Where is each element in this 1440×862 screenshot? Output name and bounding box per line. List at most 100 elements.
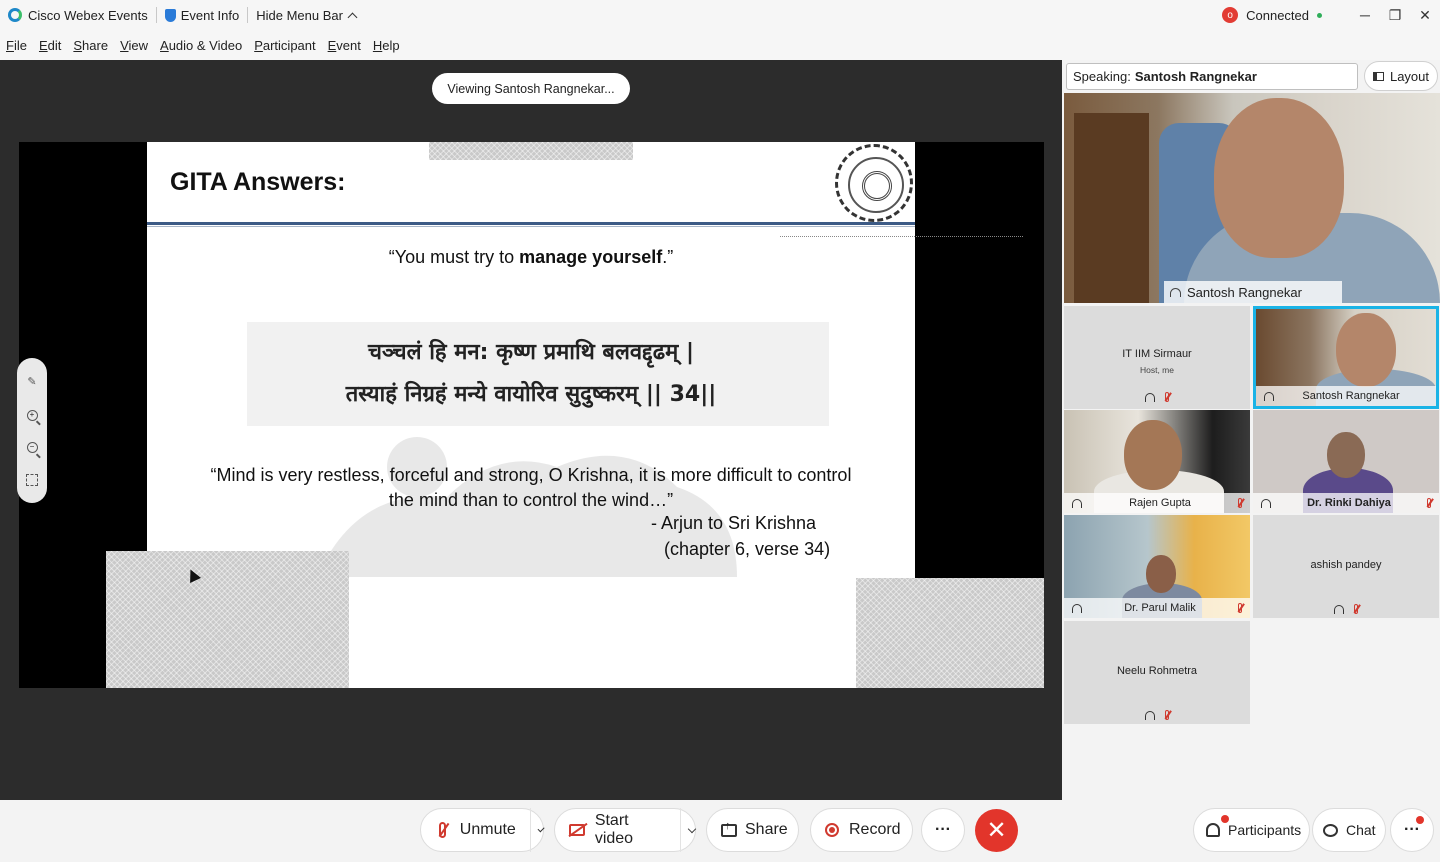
participants-button[interactable]: Participants xyxy=(1193,808,1310,852)
muted-mic-icon xyxy=(1238,603,1242,613)
more-options-button[interactable]: ··· xyxy=(921,808,965,852)
menu-file-accel: F xyxy=(6,37,14,53)
participant-head xyxy=(1146,555,1176,593)
video-off-icon xyxy=(569,824,585,836)
muted-mic-icon xyxy=(1354,604,1358,614)
muted-mic-icon xyxy=(1165,392,1169,402)
record-icon xyxy=(825,823,839,837)
chat-button[interactable]: Chat xyxy=(1312,808,1386,852)
notification-dot-icon xyxy=(1416,816,1424,824)
speaking-label: Speaking: xyxy=(1073,69,1131,84)
connection-label: Connected xyxy=(1246,7,1309,23)
start-video-button[interactable]: Start video xyxy=(554,808,697,852)
menu-event-label: vent xyxy=(336,37,361,53)
quote-bold: manage yourself xyxy=(519,247,663,267)
institute-seal-icon xyxy=(835,144,913,222)
menu-participant-label: articipant xyxy=(262,37,316,53)
unmute-label: Unmute xyxy=(459,821,516,838)
menu-share[interactable]: Share xyxy=(73,38,108,53)
participant-tile[interactable]: ashish pandey xyxy=(1253,515,1439,618)
layout-button[interactable]: Layout xyxy=(1364,61,1438,91)
tile-status-icons xyxy=(1064,710,1250,720)
muted-mic-icon xyxy=(1165,710,1169,720)
occluded-region xyxy=(856,578,1044,688)
participant-role: Host, me xyxy=(1139,365,1174,375)
participant-tile[interactable]: Neelu Rohmetra xyxy=(1064,621,1250,724)
menu-event[interactable]: Event xyxy=(328,38,361,53)
hide-menu-bar-button[interactable]: Hide Menu Bar xyxy=(248,0,364,30)
webex-logo-icon xyxy=(8,8,22,22)
divider xyxy=(680,808,682,852)
shared-screen[interactable]: GITA Answers: “You must try to manage yo… xyxy=(19,142,1044,688)
unmute-button[interactable]: Unmute xyxy=(420,808,545,852)
record-label: Record xyxy=(849,821,901,838)
active-speaker-video[interactable]: Santosh Rangnekar xyxy=(1064,93,1440,303)
participant-head xyxy=(1124,420,1182,490)
chevron-down-icon[interactable] xyxy=(537,824,545,833)
quote-post: .” xyxy=(662,247,674,267)
viewing-label: Viewing Santosh Rangnekar... xyxy=(447,81,615,96)
zoom-in-icon[interactable]: + xyxy=(26,409,38,421)
slide-translation: “Mind is very restless, forceful and str… xyxy=(147,463,915,513)
menu-edit[interactable]: Edit xyxy=(39,38,61,53)
slide-overflow xyxy=(349,660,857,688)
menu-participant-accel: P xyxy=(254,37,263,53)
leave-meeting-button[interactable]: ✕ xyxy=(975,809,1018,852)
menu-help[interactable]: Help xyxy=(373,38,400,53)
restore-button[interactable]: ❐ xyxy=(1380,0,1410,30)
occluded-region xyxy=(429,142,633,160)
tile-status-icons xyxy=(1253,604,1439,614)
headset-icon xyxy=(1261,498,1271,508)
app-name: Cisco Webex Events xyxy=(28,7,148,23)
participant-tile[interactable]: Rajen Gupta xyxy=(1064,410,1250,513)
record-button[interactable]: Record xyxy=(810,808,913,852)
headset-icon xyxy=(1264,391,1274,401)
participants-video-panel: Speaking: Santosh Rangnekar Layout Santo… xyxy=(1062,60,1440,800)
participant-tile-active[interactable]: Santosh Rangnekar xyxy=(1253,306,1439,409)
zoom-out-icon[interactable]: − xyxy=(26,442,38,454)
participant-name: IT IIM Sirmaur xyxy=(1122,348,1192,360)
viewing-indicator[interactable]: Viewing Santosh Rangnekar... xyxy=(432,73,630,104)
menu-participant[interactable]: Participant xyxy=(254,38,315,53)
participant-name-bar: Dr. Parul Malik xyxy=(1064,598,1250,618)
muted-mic-icon xyxy=(1238,498,1242,508)
participant-tile[interactable]: Dr. Parul Malik xyxy=(1064,515,1250,618)
panel-more-button[interactable]: ··· xyxy=(1390,808,1434,852)
leave-icon: ✕ xyxy=(986,817,1007,844)
menu-event-accel: E xyxy=(327,37,337,53)
annotate-pen-icon[interactable]: ✎ xyxy=(25,375,39,389)
menu-bar: File Edit Share View Audio & Video Parti… xyxy=(0,30,1440,60)
chat-label: Chat xyxy=(1346,822,1376,838)
hide-menu-label: Hide Menu Bar xyxy=(256,7,343,23)
participant-tile[interactable]: Dr. Rinki Dahiya xyxy=(1253,410,1439,513)
connection-status[interactable]: o Connected xyxy=(1222,0,1322,30)
speaking-name: Santosh Rangnekar xyxy=(1134,69,1257,84)
menu-audio-video[interactable]: Audio & Video xyxy=(160,38,242,53)
minimize-button[interactable]: ─ xyxy=(1350,0,1380,30)
participant-name: Santosh Rangnekar xyxy=(1302,390,1400,402)
event-info-button[interactable]: Event Info xyxy=(157,0,248,30)
headset-icon xyxy=(1170,287,1181,297)
chat-icon xyxy=(1323,823,1338,837)
connected-dot-icon xyxy=(1317,12,1322,18)
menu-view[interactable]: View xyxy=(120,38,148,53)
menu-file[interactable]: File xyxy=(6,38,27,53)
slide-title: GITA Answers: xyxy=(170,168,346,196)
chevron-down-icon[interactable] xyxy=(687,824,697,833)
headset-icon xyxy=(1145,392,1155,402)
translation-line-1: “Mind is very restless, forceful and str… xyxy=(210,465,852,485)
title-bar: Cisco Webex Events Event Info Hide Menu … xyxy=(0,0,1440,30)
divider xyxy=(529,808,531,852)
occluded-region xyxy=(106,551,349,688)
menu-audio-accel: A xyxy=(160,37,169,53)
headset-icon xyxy=(1334,604,1344,614)
video-background xyxy=(1074,113,1149,303)
chevron-up-icon xyxy=(347,12,358,22)
shield-icon xyxy=(164,8,176,22)
headset-icon xyxy=(1072,498,1082,508)
share-button[interactable]: Share xyxy=(706,808,799,852)
participant-tile[interactable]: IT IIM Sirmaur Host, me xyxy=(1064,306,1250,409)
speaker-name-tag: Santosh Rangnekar xyxy=(1164,281,1342,303)
fit-to-window-icon[interactable] xyxy=(26,474,38,487)
close-button[interactable]: ✕ xyxy=(1410,0,1440,30)
